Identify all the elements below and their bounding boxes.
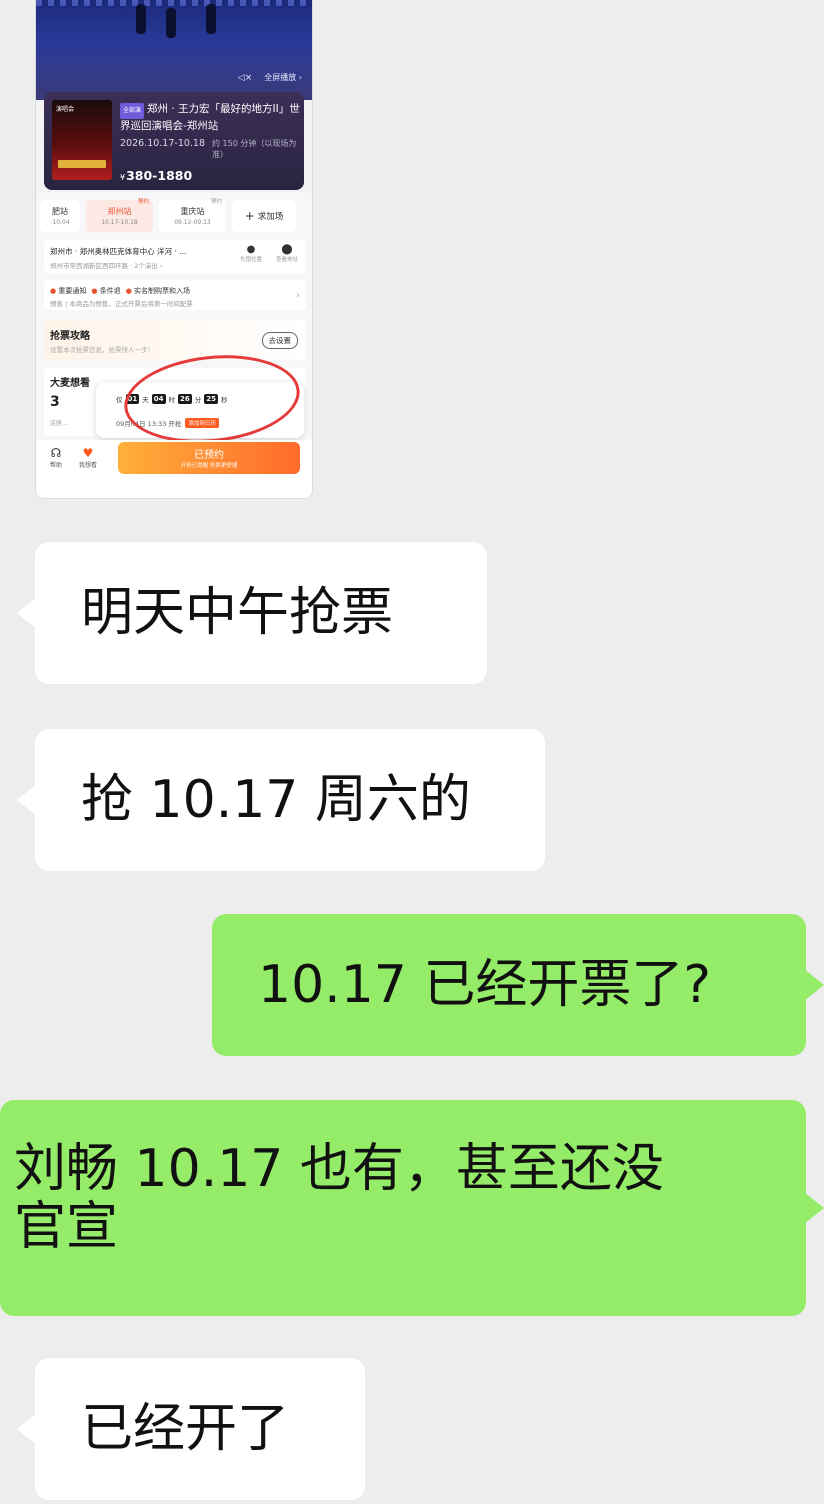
mute-icon[interactable]: ◁× <box>238 73 252 83</box>
map-button[interactable]: ⬤ 查看地址 <box>276 244 298 263</box>
want-to-see-title: 大麦想看 <box>50 378 90 389</box>
chat-bubble-outgoing[interactable]: 10.17 已经开票了? <box>212 914 824 1056</box>
fullscreen-button[interactable]: 全屏播放 › <box>264 72 302 83</box>
video-controls: ◁× 全屏播放 › <box>238 72 302 83</box>
message-text-line: 官宣 <box>14 1197 119 1257</box>
want-to-see-label: 我想看 <box>78 462 97 469</box>
bubble-tail <box>17 597 37 629</box>
message-text-multiline: 刘畅 10.17 也有，甚至还没 官宣 <box>14 1140 664 1256</box>
station-option-selected[interactable]: 预约 郑州站 10.17-10.18 <box>86 199 153 232</box>
reserved-sublabel: 开抢已提醒 抢票更便捷 <box>180 463 238 469</box>
event-poster: 演唱会 <box>52 100 112 180</box>
shared-screenshot[interactable]: ◁× 全屏播放 › 演唱会 全部演 郑州 · 王力宏「最好的地方II」世界巡回演唱… <box>36 0 312 498</box>
event-title-text: 郑州 · 王力宏「最好的地方II」世界巡回演唱会-郑州站 <box>120 103 300 132</box>
venue-row[interactable]: 郑州市 · 郑州奥林匹克体育中心 洋河 · ... 郑州市常西湖新区西四环路 ·… <box>44 240 306 274</box>
want-to-see-button[interactable]: ♥ 我想看 <box>76 446 100 469</box>
message-text: 10.17 已经开票了? <box>258 955 711 1015</box>
notice-items: ● 重要通知 ● 条件退 ● 实名制购票和入场 <box>50 286 190 296</box>
bubble-tail <box>17 1413 37 1445</box>
event-duration: 约 150 分钟（以现场为准） <box>212 139 297 159</box>
countdown-prefix: 仅 <box>116 396 123 404</box>
stage-truss <box>36 0 312 6</box>
performer-silhouette <box>206 4 216 34</box>
plus-icon: + <box>244 209 255 223</box>
station-date: -10.04 <box>50 219 70 226</box>
chat-bubble-outgoing[interactable]: 刘畅 10.17 也有，甚至还没 官宣 <box>0 1100 824 1316</box>
notice-item: ● 重要通知 <box>50 286 86 296</box>
venue-address: 郑州市常西湖新区西四环路 · 2个演出 › <box>50 262 163 270</box>
performer-silhouette <box>136 4 146 34</box>
venue-name: 郑州市 · 郑州奥林匹克体育中心 洋河 · ... <box>50 247 187 256</box>
event-info-card: 演唱会 全部演 郑州 · 王力宏「最好的地方II」世界巡回演唱会-郑州站 2026… <box>44 92 304 190</box>
station-option[interactable]: 预约 重庆站 09.12-09.13 <box>159 199 226 232</box>
station-name: 郑州站 <box>107 207 132 216</box>
person-icon: ● <box>246 244 256 255</box>
seat-map-label: 先囤位置 <box>239 257 262 263</box>
check-icon: ● <box>91 287 98 295</box>
check-icon: ● <box>125 287 132 295</box>
bottom-action-bar: ☊ 帮助 ♥ 我想看 已预约 开抢已提醒 抢票更便捷 <box>36 440 312 498</box>
chevron-right-icon: › <box>296 290 300 301</box>
notice-row[interactable]: ● 重要通知 ● 条件退 ● 实名制购票和入场 预售 | 本商品为预售，正式开票… <box>44 280 306 310</box>
bubble-tail <box>804 1192 824 1224</box>
station-badge: 预约 <box>210 199 222 205</box>
message-text: 抢 10.17 周六的 <box>81 770 471 830</box>
station-date: 09.12-09.13 <box>174 219 211 226</box>
notice-item-label: 实名制购票和入场 <box>134 287 191 295</box>
price-range: 380-1880 <box>126 168 193 183</box>
heart-icon: ♥ <box>82 446 94 460</box>
concert-video-banner[interactable]: ◁× 全屏播放 › <box>36 0 312 100</box>
station-name: 肥站 <box>52 207 68 216</box>
station-badge: 预约 <box>137 199 149 205</box>
station-selector: 肥站 -10.04 预约 郑州站 10.17-10.18 预约 重庆站 09.1… <box>40 199 296 232</box>
want-to-see-count: 3 <box>50 394 60 410</box>
strategy-title: 抢票攻略 <box>50 331 90 342</box>
strategy-subtitle: 设置本次抢票信息，抢票快人一步！ <box>50 346 154 354</box>
notice-item-label: 重要通知 <box>58 287 87 295</box>
notice-item: ● 条件退 <box>91 286 120 296</box>
venue-actions: ● 先囤位置 ⬤ 查看地址 <box>240 244 298 263</box>
bubble-tail <box>804 969 824 1001</box>
message-text: 明天中午抢票 <box>81 583 394 643</box>
station-name: 重庆站 <box>180 207 205 216</box>
ticket-strategy-card: 抢票攻略 设置本次抢票信息，抢票快人一步！ 去设置 <box>44 320 306 360</box>
event-price: ¥380-1880 <box>120 168 192 183</box>
message-text-line: 刘畅 10.17 也有，甚至还没 <box>14 1139 664 1199</box>
map-label: 查看地址 <box>275 257 298 263</box>
check-icon: ● <box>50 287 57 295</box>
want-to-see-note: 这座... <box>50 420 68 427</box>
bubble-tail <box>17 784 37 816</box>
notice-sub: 预售 | 本商品为预售，正式开票后将第一时间配票 <box>50 300 193 308</box>
notice-item-label: 条件退 <box>99 287 121 295</box>
price-currency: ¥ <box>120 173 126 182</box>
seat-map-button[interactable]: ● 先囤位置 <box>240 244 262 263</box>
event-tag-badge: 全部演 <box>120 103 145 119</box>
notice-item: ● 实名制购票和入场 <box>126 286 190 296</box>
request-extra-show-button[interactable]: + 求加场 <box>232 200 296 232</box>
station-date: 10.17-10.18 <box>101 219 138 226</box>
event-date: 2026.10.17-10.18 <box>120 138 206 149</box>
chat-bubble-incoming[interactable]: 抢 10.17 周六的 <box>17 729 545 871</box>
request-extra-show-label: 求加场 <box>257 212 284 222</box>
performer-silhouette <box>166 8 176 38</box>
poster-tag: 演唱会 <box>56 106 75 113</box>
strategy-settings-button[interactable]: 去设置 <box>261 332 298 349</box>
location-pin-icon: ⬤ <box>281 244 293 255</box>
reserved-button[interactable]: 已预约 开抢已提醒 抢票更便捷 <box>118 442 300 474</box>
reserved-label: 已预约 <box>194 450 224 461</box>
chat-bubble-incoming[interactable]: 明天中午抢票 <box>17 542 487 684</box>
help-button[interactable]: ☊ 帮助 <box>44 446 68 469</box>
event-title: 全部演 郑州 · 王力宏「最好的地方II」世界巡回演唱会-郑州站 <box>120 102 300 133</box>
chat-bubble-incoming[interactable]: 已经开了 <box>17 1358 365 1500</box>
help-label: 帮助 <box>49 462 62 469</box>
headset-icon: ☊ <box>50 446 62 460</box>
message-text: 已经开了 <box>81 1399 290 1459</box>
station-option[interactable]: 肥站 -10.04 <box>40 200 80 232</box>
poster-title-bar <box>58 160 106 168</box>
